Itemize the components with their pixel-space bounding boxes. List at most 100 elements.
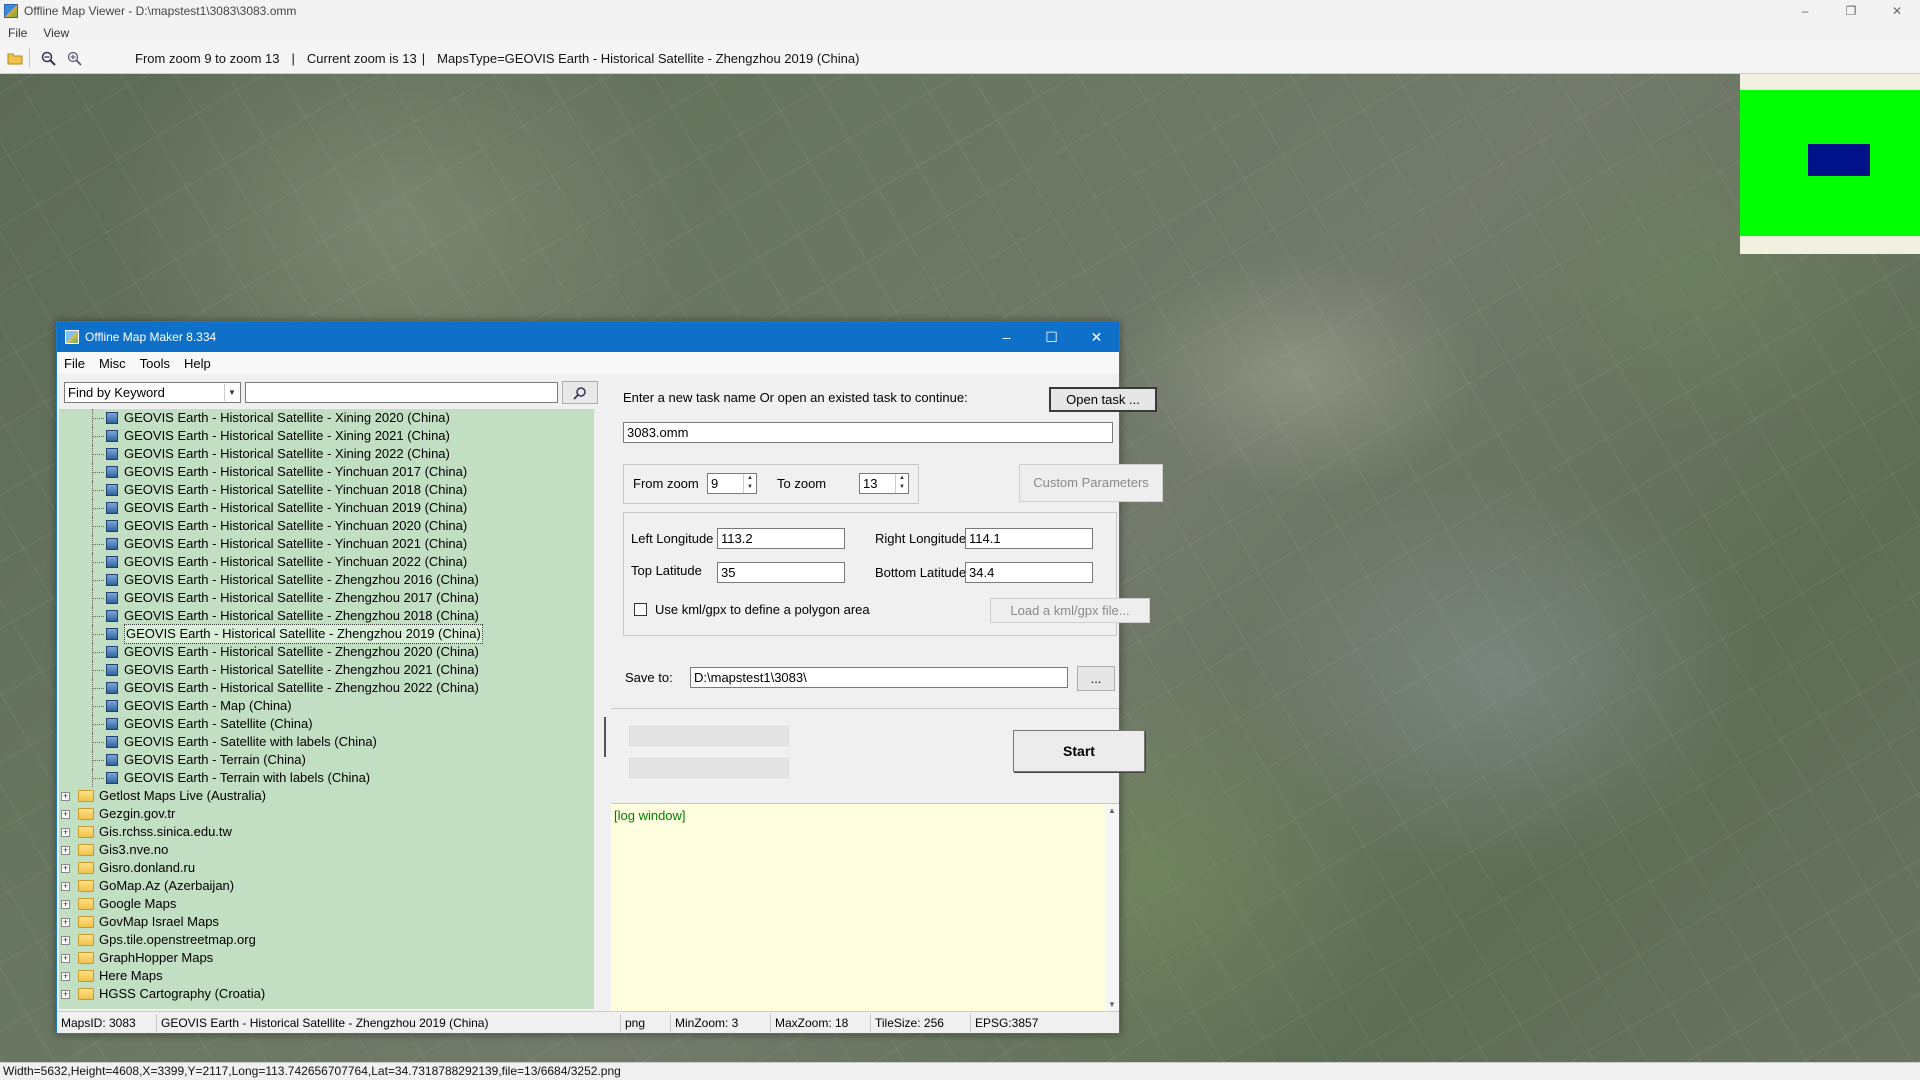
zoom-out-icon[interactable] (37, 47, 59, 69)
tree-folder-item[interactable]: + Gps.tile.openstreetmap.org (59, 931, 594, 949)
dialog-menu-misc[interactable]: Misc (92, 356, 133, 371)
expand-icon[interactable]: + (61, 809, 70, 819)
folder-open-icon[interactable] (4, 47, 26, 69)
folder-icon (78, 898, 94, 910)
tree-folder-item[interactable]: + Google Maps (59, 895, 594, 913)
tree-map-item[interactable]: GEOVIS Earth - Historical Satellite - Zh… (59, 589, 594, 607)
tree-folder-label: Gisro.donland.ru (99, 860, 196, 875)
stepper-arrows-icon[interactable]: ▲ ▼ (895, 474, 908, 493)
toolbar-divider: | (421, 50, 426, 66)
from-zoom-stepper[interactable]: 9 ▲ ▼ (707, 473, 757, 494)
minimize-icon[interactable]: – (1782, 0, 1828, 22)
tree-folder-item[interactable]: + Gis3.nve.no (59, 841, 594, 859)
tree-map-item[interactable]: GEOVIS Earth - Historical Satellite - Zh… (59, 679, 594, 697)
app-icon (4, 4, 18, 18)
tree-map-item[interactable]: GEOVIS Earth - Historical Satellite - Zh… (59, 624, 594, 644)
toolbar-separator (29, 48, 30, 68)
zoom-in-icon[interactable] (63, 47, 85, 69)
tree-map-item[interactable]: GEOVIS Earth - Historical Satellite - Yi… (59, 517, 594, 535)
map-source-pane: Find by Keyword ▼ GEOVIS Earth - Histori… (57, 374, 601, 1011)
expand-icon[interactable]: + (61, 899, 70, 909)
expand-icon[interactable]: + (61, 827, 70, 837)
expand-icon[interactable]: + (61, 917, 70, 927)
tree-folder-item[interactable]: + Here Maps (59, 967, 594, 985)
dialog-menu-tools[interactable]: Tools (133, 356, 177, 371)
tree-map-item[interactable]: GEOVIS Earth - Historical Satellite - Xi… (59, 409, 594, 427)
overview-minimap[interactable] (1740, 74, 1920, 254)
expand-icon[interactable]: + (61, 791, 70, 801)
left-longitude-input[interactable]: 113.2 (717, 528, 845, 549)
tree-folder-item[interactable]: + GraphHopper Maps (59, 949, 594, 967)
map-tile-icon (106, 700, 118, 712)
browse-folder-button[interactable]: ... (1077, 666, 1115, 691)
expand-icon[interactable]: + (61, 953, 70, 963)
scroll-down-icon[interactable]: ▼ (1108, 1000, 1116, 1009)
log-scrollbar[interactable]: ▲ ▼ (1105, 804, 1119, 1011)
search-input[interactable] (245, 382, 558, 403)
tree-folder-label: Getlost Maps Live (Australia) (99, 788, 266, 803)
dialog-menu-file[interactable]: File (57, 356, 92, 371)
chevron-down-icon[interactable]: ▼ (224, 384, 239, 401)
expand-icon[interactable]: + (61, 863, 70, 873)
load-kml-button[interactable]: Load a kml/gpx file... (990, 598, 1150, 623)
tree-map-item[interactable]: GEOVIS Earth - Historical Satellite - Zh… (59, 607, 594, 625)
tree-map-item[interactable]: GEOVIS Earth - Historical Satellite - Yi… (59, 535, 594, 553)
search-mode-select[interactable]: Find by Keyword ▼ (64, 382, 241, 403)
map-tile-icon (106, 682, 118, 694)
stepper-arrows-icon[interactable]: ▲ ▼ (743, 474, 756, 493)
tree-map-item[interactable]: GEOVIS Earth - Historical Satellite - Yi… (59, 481, 594, 499)
tree-folder-item[interactable]: + Gisro.donland.ru (59, 859, 594, 877)
dialog-minimize-icon[interactable]: – (984, 322, 1029, 352)
tree-map-item[interactable]: GEOVIS Earth - Historical Satellite - Yi… (59, 553, 594, 571)
expand-icon[interactable]: + (61, 881, 70, 891)
expand-icon[interactable]: + (61, 971, 70, 981)
tree-item-label: GEOVIS Earth - Satellite with labels (Ch… (124, 734, 377, 749)
scroll-up-icon[interactable]: ▲ (1108, 806, 1116, 815)
tree-folder-item[interactable]: + Getlost Maps Live (Australia) (59, 787, 594, 805)
map-tile-icon (106, 610, 118, 622)
tree-map-item[interactable]: GEOVIS Earth - Satellite (China) (59, 715, 594, 733)
open-task-button[interactable]: Open task ... (1049, 387, 1157, 412)
tree-folder-item[interactable]: + Gis.rchss.sinica.edu.tw (59, 823, 594, 841)
tree-map-item[interactable]: GEOVIS Earth - Historical Satellite - Zh… (59, 643, 594, 661)
close-icon[interactable]: ✕ (1874, 0, 1920, 22)
tree-folder-item[interactable]: + GoMap.Az (Azerbaijan) (59, 877, 594, 895)
expand-icon[interactable]: + (61, 845, 70, 855)
tree-map-item[interactable]: GEOVIS Earth - Historical Satellite - Xi… (59, 445, 594, 463)
minimap-viewport[interactable] (1808, 144, 1870, 176)
use-kml-checkbox[interactable] (634, 603, 647, 616)
menu-file[interactable]: File (0, 26, 35, 40)
tree-map-item[interactable]: GEOVIS Earth - Terrain (China) (59, 751, 594, 769)
tree-map-item[interactable]: GEOVIS Earth - Historical Satellite - Zh… (59, 571, 594, 589)
tree-map-item[interactable]: GEOVIS Earth - Historical Satellite - Zh… (59, 661, 594, 679)
top-latitude-input[interactable]: 35 (717, 562, 845, 583)
task-name-input[interactable]: 3083.omm (623, 422, 1113, 443)
tree-map-item[interactable]: GEOVIS Earth - Terrain with labels (Chin… (59, 769, 594, 787)
save-to-input[interactable]: D:\mapstest1\3083\ (690, 667, 1068, 688)
expand-icon[interactable]: + (61, 989, 70, 999)
tree-folder-item[interactable]: + Gezgin.gov.tr (59, 805, 594, 823)
tree-map-item[interactable]: GEOVIS Earth - Historical Satellite - Yi… (59, 463, 594, 481)
start-button[interactable]: Start (1013, 730, 1145, 772)
bottom-latitude-input[interactable]: 34.4 (965, 562, 1093, 583)
log-window[interactable]: [log window] ▲ ▼ (611, 803, 1119, 1011)
tree-map-item[interactable]: GEOVIS Earth - Historical Satellite - Yi… (59, 499, 594, 517)
restore-icon[interactable]: ❐ (1828, 0, 1874, 22)
tree-folder-item[interactable]: + GovMap Israel Maps (59, 913, 594, 931)
splitter-grip[interactable] (604, 717, 606, 757)
tree-map-item[interactable]: GEOVIS Earth - Map (China) (59, 697, 594, 715)
menu-view[interactable]: View (35, 26, 77, 40)
tree-item-label: GEOVIS Earth - Historical Satellite - Xi… (124, 410, 450, 425)
map-source-tree[interactable]: GEOVIS Earth - Historical Satellite - Xi… (59, 409, 594, 1009)
tree-map-item[interactable]: GEOVIS Earth - Historical Satellite - Xi… (59, 427, 594, 445)
expand-icon[interactable]: + (61, 935, 70, 945)
to-zoom-stepper[interactable]: 13 ▲ ▼ (859, 473, 909, 494)
custom-parameters-button[interactable]: Custom Parameters (1019, 464, 1163, 502)
dialog-menu-help[interactable]: Help (177, 356, 218, 371)
tree-folder-item[interactable]: + HGSS Cartography (Croatia) (59, 985, 594, 1003)
tree-map-item[interactable]: GEOVIS Earth - Satellite with labels (Ch… (59, 733, 594, 751)
search-button[interactable] (562, 381, 598, 404)
right-longitude-input[interactable]: 114.1 (965, 528, 1093, 549)
dialog-close-icon[interactable]: ✕ (1074, 322, 1119, 352)
dialog-maximize-icon[interactable]: ☐ (1029, 322, 1074, 352)
